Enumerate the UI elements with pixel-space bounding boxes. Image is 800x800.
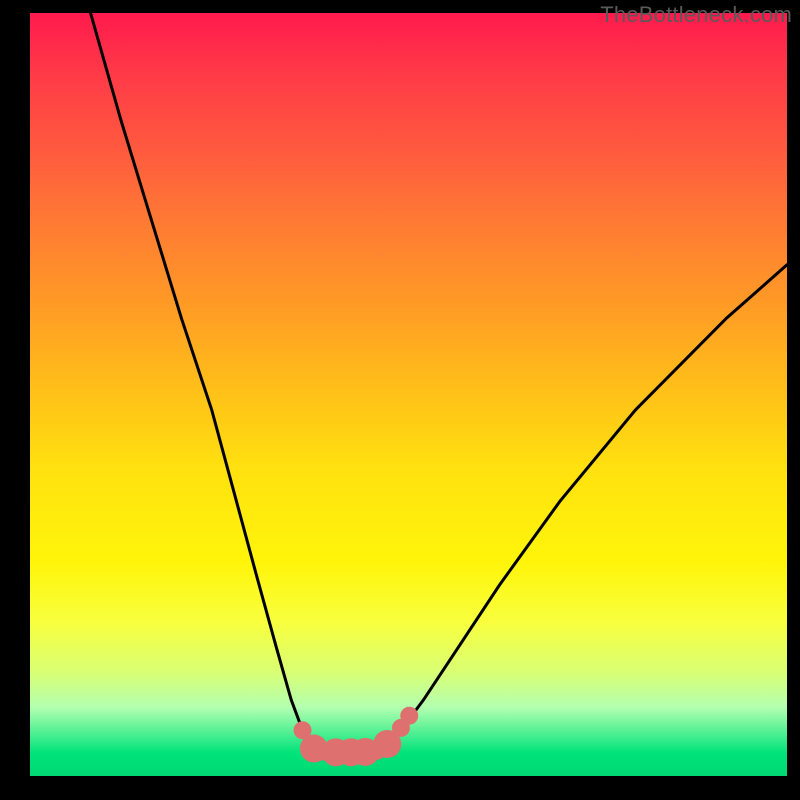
chart-plot-area <box>30 13 787 776</box>
data-marker <box>400 707 418 725</box>
bottleneck-line <box>91 13 787 752</box>
bottleneck-curve <box>30 13 787 776</box>
